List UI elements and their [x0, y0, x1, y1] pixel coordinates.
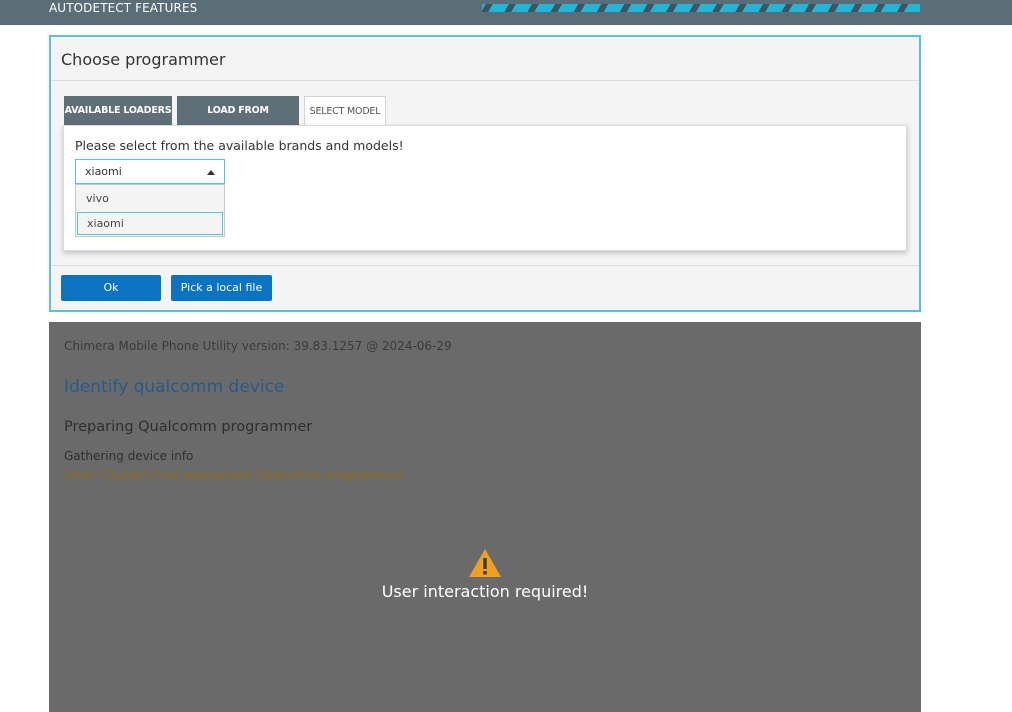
panel-instruction: Please select from the available brands … [75, 138, 404, 153]
dialog-header: Choose programmer [51, 37, 919, 81]
tab-available-loaders[interactable]: AVAILABLE LOADERS [64, 96, 172, 126]
ok-button[interactable]: Ok [61, 275, 161, 301]
footer-divider [51, 265, 919, 266]
log-panel: Chimera Mobile Phone Utility version: 39… [49, 322, 921, 712]
top-bar-title: AUTODETECT FEATURES [49, 1, 198, 15]
top-bar: AUTODETECT FEATURES [0, 0, 1012, 25]
tab-load-from-directory[interactable]: LOAD FROM DIRECTORY [177, 96, 299, 146]
select-model-panel: Please select from the available brands … [63, 125, 907, 251]
preparing-heading: Preparing Qualcomm programmer [64, 419, 313, 435]
warning-icon [469, 549, 501, 577]
pick-local-file-button[interactable]: Pick a local file [171, 275, 272, 301]
brand-select[interactable]: xiaomi [75, 159, 225, 184]
option-xiaomi[interactable]: xiaomi [77, 212, 223, 235]
identify-heading: Identify qualcomm device [64, 377, 285, 397]
choose-programmer-dialog: Choose programmer AVAILABLE LOADERS LOAD… [49, 35, 921, 312]
error-text: Error! Couldn't find appropriate Qualcom… [64, 468, 405, 482]
user-interaction-message: User interaction required! [381, 582, 589, 601]
brand-options-list: vivo xiaomi [75, 184, 225, 237]
caret-up-icon[interactable] [207, 170, 215, 175]
option-vivo[interactable]: vivo [76, 186, 224, 211]
dialog-title: Choose programmer [61, 50, 226, 69]
gathering-text: Gathering device info [64, 449, 194, 463]
tab-select-model[interactable]: SELECT MODEL [304, 96, 386, 127]
progress-bar [482, 4, 920, 12]
brand-select-value: xiaomi [85, 165, 122, 178]
version-text: Chimera Mobile Phone Utility version: 39… [64, 339, 452, 353]
